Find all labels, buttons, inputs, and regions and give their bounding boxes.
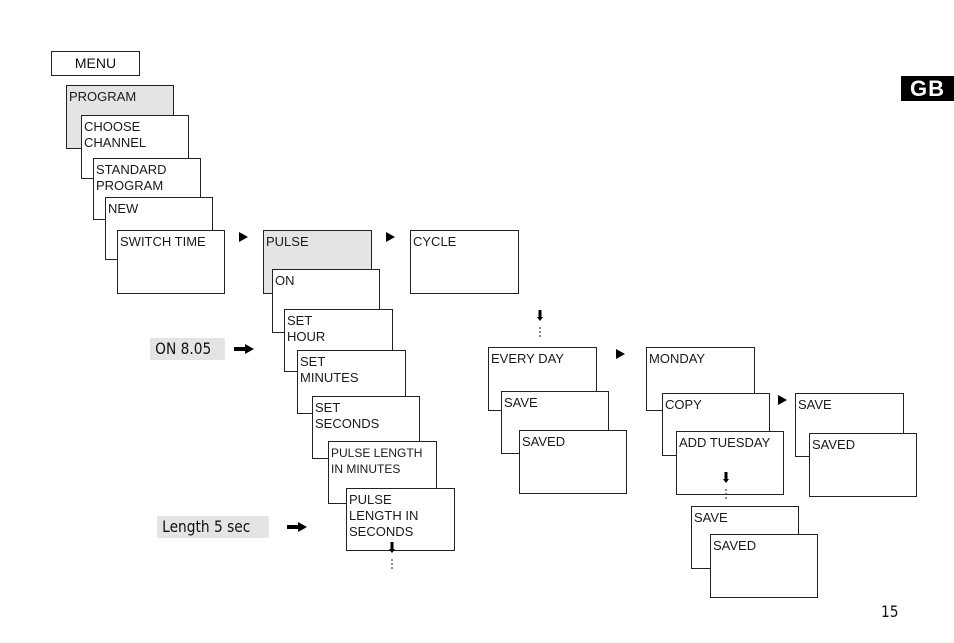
pulse-length-seconds-box[interactable]: PULSE LENGTH IN SECONDS — [346, 488, 455, 551]
right-triangle-icon — [386, 232, 395, 242]
copy-saved-box: SAVED — [809, 433, 917, 497]
tuesday-saved-box: SAVED — [710, 534, 818, 598]
cycle-box[interactable]: CYCLE — [410, 230, 519, 294]
down-arrow-dots-icon — [389, 542, 395, 569]
right-triangle-icon — [778, 395, 787, 405]
down-arrow-dots-icon — [723, 472, 729, 499]
menu-switch-time[interactable]: SWITCH TIME — [117, 230, 225, 294]
right-triangle-icon — [239, 232, 248, 242]
language-badge: GB — [901, 76, 954, 101]
down-arrow-dots-icon — [537, 310, 543, 337]
page-number: 15 — [881, 602, 899, 621]
menu-button[interactable]: MENU — [51, 51, 140, 76]
on-time-label: ON 8.05 — [150, 338, 225, 360]
pulse-length-label: Length 5 sec — [157, 516, 269, 538]
every-day-saved-box: SAVED — [519, 430, 627, 494]
right-arrow-icon — [234, 344, 254, 354]
add-tuesday-box[interactable]: ADD TUESDAY — [676, 431, 784, 495]
right-arrow-icon — [287, 522, 307, 532]
right-triangle-icon — [616, 349, 625, 359]
